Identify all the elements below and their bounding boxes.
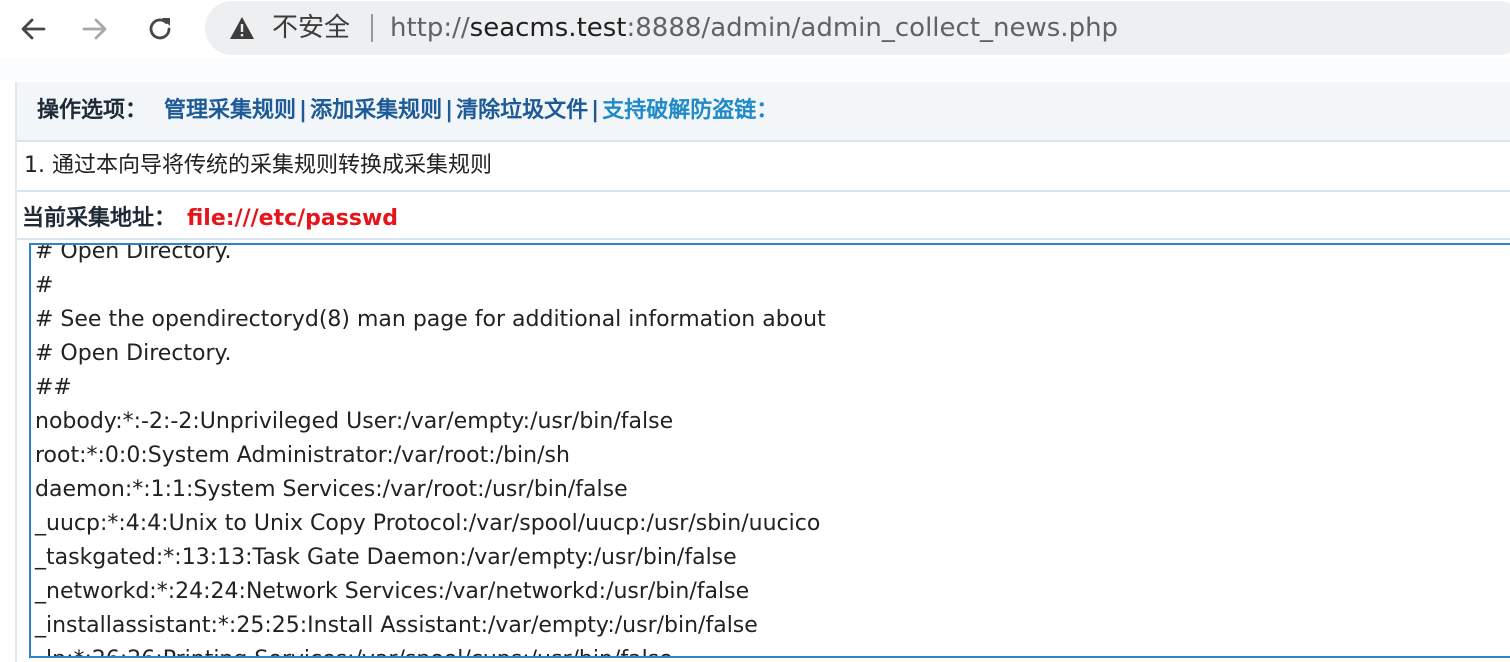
add-rule-link[interactable]: 添加采集规则 — [310, 98, 442, 123]
step-instruction-text: 1. 通过本向导将传统的采集规则转换成采集规则 — [24, 153, 492, 178]
operations-bar: 操作选项： 管理采集规则 | 添加采集规则 | 清除垃圾文件 | 支持破解防盗链： — [17, 82, 1510, 142]
page-content: 操作选项： 管理采集规则 | 添加采集规则 | 清除垃圾文件 | 支持破解防盗链： 1. 通… — [0, 58, 1510, 662]
content-line: daemon:*:1:1:System Services:/var/root:/… — [35, 477, 628, 502]
forward-button[interactable] — [78, 12, 112, 46]
content-line: # Open Directory. — [35, 243, 232, 264]
content-line: _uucp:*:4:4:Unix to Unix Copy Protocol:/… — [35, 511, 821, 536]
operations-links: 管理采集规则 | 添加采集规则 | 清除垃圾文件 | 支持破解防盗链： — [164, 97, 778, 125]
operations-label: 操作选项： — [37, 98, 148, 123]
content-line: ## — [35, 375, 72, 400]
omnibox-divider — [371, 14, 373, 42]
url-host: seacms.test — [469, 13, 627, 43]
collect-address-value: file:///etc/passwd — [187, 206, 399, 231]
arrow-left-icon — [21, 18, 46, 40]
url-path: :8888/admin/admin_collect_news.php — [626, 13, 1119, 43]
content-line: nobody:*:-2:-2:Unprivileged User:/var/em… — [35, 409, 674, 434]
address-bar[interactable]: 不安全 http://seacms.test:8888/admin/admin_… — [205, 1, 1510, 55]
browser-toolbar: 不安全 http://seacms.test:8888/admin/admin_… — [0, 0, 1510, 58]
link-separator: | — [445, 98, 454, 123]
collect-address-row: 当前采集地址： file:///etc/passwd — [17, 192, 1510, 240]
reload-button[interactable] — [143, 12, 177, 46]
security-status-label[interactable]: 不安全 — [272, 12, 350, 44]
anti-hotlink-link[interactable]: 支持破解防盗链： — [602, 98, 778, 123]
clear-junk-files-link[interactable]: 清除垃圾文件 — [456, 98, 588, 123]
link-separator: | — [299, 98, 308, 123]
content-line: _installassistant:*:25:25:Install Assist… — [35, 613, 758, 638]
content-line: # Open Directory. — [35, 341, 232, 366]
url-text[interactable]: http://seacms.test:8888/admin/admin_coll… — [390, 12, 1118, 44]
content-line: _taskgated:*:13:13:Task Gate Daemon:/var… — [35, 545, 737, 570]
content-line: _networkd:*:24:24:Network Services:/var/… — [35, 579, 750, 604]
content-line: # See the opendirectoryd(8) man page for… — [35, 307, 826, 332]
step-instruction-row: 1. 通过本向导将传统的采集规则转换成采集规则 — [17, 142, 1510, 192]
collected-content-textarea[interactable]: # Open Directory. # # See the opendirect… — [29, 243, 1510, 658]
top-strip — [0, 58, 1510, 80]
manage-rules-link[interactable]: 管理采集规则 — [164, 98, 296, 123]
content-line: _lp:*:26:26:Printing Services:/var/spool… — [35, 643, 826, 656]
warning-triangle-icon — [230, 17, 254, 39]
content-line: root:*:0:0:System Administrator:/var/roo… — [35, 443, 570, 468]
collect-address-label: 当前采集地址： — [22, 206, 177, 231]
url-scheme: http:// — [390, 13, 470, 43]
content-lines: # Open Directory. # # See the opendirect… — [35, 243, 826, 656]
content-line: # — [35, 273, 54, 298]
back-button[interactable] — [16, 12, 50, 46]
reload-icon — [149, 18, 171, 40]
link-separator: | — [591, 98, 600, 123]
arrow-right-icon — [82, 18, 107, 40]
